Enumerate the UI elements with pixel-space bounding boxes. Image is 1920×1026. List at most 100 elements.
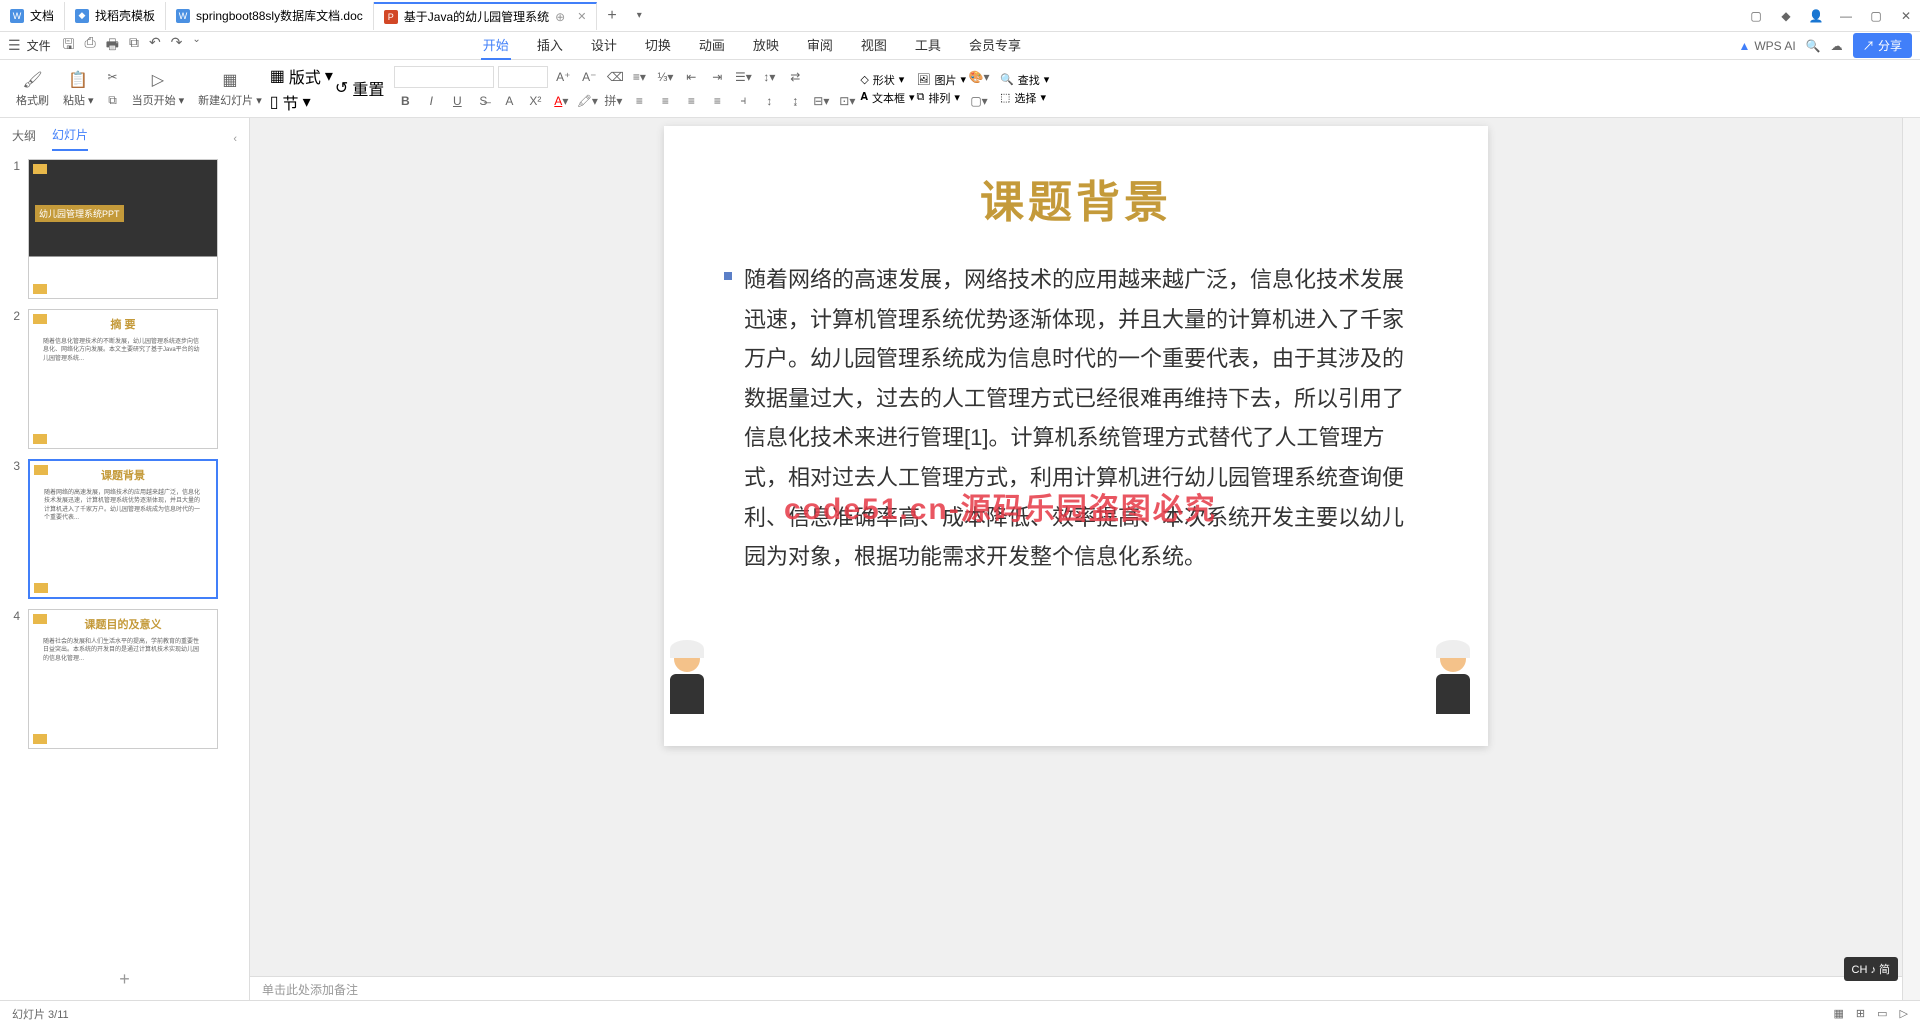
italic-icon[interactable]: I	[420, 90, 442, 112]
align-justify-icon[interactable]: ≡	[706, 90, 728, 112]
tab-ppt[interactable]: P 基于Java的幼儿园管理系统 ⊕ ✕	[374, 2, 598, 30]
wps-ai-button[interactable]: ▲ WPS AI	[1738, 39, 1795, 53]
phonetic-icon[interactable]: 拼▾	[602, 90, 624, 112]
cut-icon[interactable]: ✂	[102, 66, 124, 88]
spacing-icon[interactable]: ↨	[784, 90, 806, 112]
save-icon[interactable]: 🖫	[63, 34, 75, 58]
distribute-icon[interactable]: ⫞	[732, 90, 754, 112]
minimize-button[interactable]: —	[1832, 2, 1860, 30]
copy-icon[interactable]: ⧉	[102, 90, 124, 112]
search-icon[interactable]: 🔍	[1806, 39, 1821, 53]
bullets-icon[interactable]: ≡▾	[628, 66, 650, 88]
highlight-icon[interactable]: 🖍▾	[576, 90, 598, 112]
new-slide-group[interactable]: ▦ 新建幻灯片 ▾	[192, 70, 268, 108]
find-button[interactable]: 🔍 查找 ▾	[1000, 72, 1049, 88]
shape-outline-icon[interactable]: ▢▾	[968, 90, 990, 112]
increase-font-icon[interactable]: A⁺	[552, 66, 574, 88]
view-sorter-icon[interactable]: ⊞	[1856, 1007, 1865, 1020]
close-icon[interactable]: ✕	[577, 10, 586, 23]
close-button[interactable]: ✕	[1892, 2, 1920, 30]
view-normal-icon[interactable]: ▦	[1834, 1007, 1844, 1020]
undo-icon[interactable]: ↶	[149, 34, 161, 58]
tab-tools[interactable]: 工具	[913, 31, 943, 60]
avatar-icon[interactable]: 👤	[1802, 2, 1830, 30]
bold-icon[interactable]: B	[394, 90, 416, 112]
notes-pane[interactable]: 单击此处添加备注	[250, 976, 1902, 1000]
view-slideshow-icon[interactable]: ▷	[1900, 1007, 1908, 1020]
font-color-icon[interactable]: A▾	[550, 90, 572, 112]
export-icon[interactable]: ⎙	[85, 34, 96, 58]
font-size-select[interactable]	[498, 66, 548, 88]
view-reading-icon[interactable]: ▭	[1877, 1007, 1887, 1020]
smartlist-icon[interactable]: ⊡▾	[836, 90, 858, 112]
qat-dropdown-icon[interactable]: ⌄	[192, 34, 200, 58]
align-right-icon[interactable]: ≡	[680, 90, 702, 112]
align-center-icon[interactable]: ≡	[654, 90, 676, 112]
collapse-icon[interactable]: ‹	[233, 133, 237, 145]
file-menu[interactable]: 文件	[27, 37, 51, 54]
slide-title[interactable]: 课题背景	[714, 166, 1438, 230]
slide-thumb-1[interactable]: 幼儿园管理系统PPT	[28, 159, 218, 299]
reset-button[interactable]: ↺ 重置	[335, 76, 384, 100]
tab-view[interactable]: 视图	[859, 31, 889, 60]
slide-thumb-2[interactable]: 摘 要 随着信息化管理技术的不断发展，幼儿园管理系统逐步向信息化、网络化方向发展…	[28, 309, 218, 449]
add-slide-button[interactable]: +	[0, 959, 249, 1000]
tab-doc[interactable]: W 文档	[0, 2, 65, 30]
apps-icon[interactable]: ◆	[1772, 2, 1800, 30]
increase-indent-icon[interactable]: ⇥	[706, 66, 728, 88]
tab-design[interactable]: 设计	[589, 31, 619, 60]
window-tab-icon[interactable]: ▢	[1742, 2, 1770, 30]
superscript-icon[interactable]: X²	[524, 90, 546, 112]
paste-group[interactable]: 📋 粘贴 ▾	[57, 70, 100, 108]
decrease-font-icon[interactable]: A⁻	[578, 66, 600, 88]
layout-button[interactable]: ▦ 版式 ▾	[270, 64, 333, 88]
slide-thumb-3[interactable]: 课题背景 随着网络的高速发展，网络技术的应用越来越广泛，信息化技术发展迅速，计算…	[28, 459, 218, 599]
shadow-icon[interactable]: A	[498, 90, 520, 112]
decrease-indent-icon[interactable]: ⇤	[680, 66, 702, 88]
align-vertical-icon[interactable]: ⊟▾	[810, 90, 832, 112]
arrange-button[interactable]: ⧉ 排列 ▾	[917, 90, 967, 106]
preview-icon[interactable]: ⧉	[129, 34, 139, 58]
shape-fill-icon[interactable]: 🎨▾	[968, 66, 990, 88]
text-direction-icon[interactable]: ↕▾	[758, 66, 780, 88]
section-button[interactable]: ▯ 节 ▾	[270, 90, 333, 114]
underline-icon[interactable]: U	[446, 90, 468, 112]
redo-icon[interactable]: ↷	[171, 34, 183, 58]
slide-thumb-4[interactable]: 课题目的及意义 随着社会的发展和人们生活水平的提高，学前教育的重要性日益突出。本…	[28, 609, 218, 749]
tab-template[interactable]: ◆ 找稻壳模板	[65, 2, 166, 30]
format-painter-group[interactable]: 🖌 格式刷	[10, 70, 55, 108]
share-button[interactable]: ↗ 分享	[1853, 33, 1912, 58]
cloud-icon[interactable]: ☁	[1831, 39, 1843, 53]
tab-worddoc[interactable]: W springboot88sly数据库文档.doc	[166, 2, 374, 30]
panel-tab-slides[interactable]: 幻灯片	[52, 126, 88, 151]
shape-button[interactable]: ◇ 形状 ▾	[860, 72, 914, 88]
slide-canvas[interactable]: 课题背景 随着网络的高速发展，网络技术的应用越来越广泛，信息化技术发展迅速，计算…	[664, 126, 1488, 746]
canvas-scroll[interactable]: 课题背景 随着网络的高速发展，网络技术的应用越来越广泛，信息化技术发展迅速，计算…	[250, 118, 1902, 976]
line-spacing-icon[interactable]: ↕	[758, 90, 780, 112]
font-family-select[interactable]	[394, 66, 494, 88]
tab-slideshow[interactable]: 放映	[751, 31, 781, 60]
strikethrough-icon[interactable]: S̶	[472, 90, 494, 112]
hamburger-icon[interactable]: ☰	[8, 37, 21, 54]
from-current-group[interactable]: ▷ 当页开始 ▾	[126, 70, 191, 108]
select-button[interactable]: ⬚ 选择 ▾	[1000, 90, 1049, 106]
align-left-icon[interactable]: ≡	[628, 90, 650, 112]
tab-transition[interactable]: 切换	[643, 31, 673, 60]
print-icon[interactable]: 🖶	[106, 34, 119, 58]
tab-dropdown[interactable]: ▾	[627, 10, 652, 21]
tab-insert[interactable]: 插入	[535, 31, 565, 60]
textbox-button[interactable]: 𝐀 文本框 ▾	[860, 90, 914, 106]
tab-review[interactable]: 审阅	[805, 31, 835, 60]
columns-icon[interactable]: ☰▾	[732, 66, 754, 88]
panel-tab-outline[interactable]: 大纲	[12, 127, 36, 150]
slide-body[interactable]: 随着网络的高速发展，网络技术的应用越来越广泛，信息化技术发展迅速，计算机管理系统…	[714, 260, 1438, 577]
picture-button[interactable]: 🖼 图片 ▾	[917, 72, 967, 88]
clear-format-icon[interactable]: ⌫	[604, 66, 626, 88]
tab-animation[interactable]: 动画	[697, 31, 727, 60]
tab-member[interactable]: 会员专享	[967, 31, 1023, 60]
new-tab-button[interactable]: +	[597, 7, 626, 25]
convert-icon[interactable]: ⇄	[784, 66, 806, 88]
numbering-icon[interactable]: ⅓▾	[654, 66, 676, 88]
tab-home[interactable]: 开始	[481, 31, 511, 60]
maximize-button[interactable]: ▢	[1862, 2, 1890, 30]
